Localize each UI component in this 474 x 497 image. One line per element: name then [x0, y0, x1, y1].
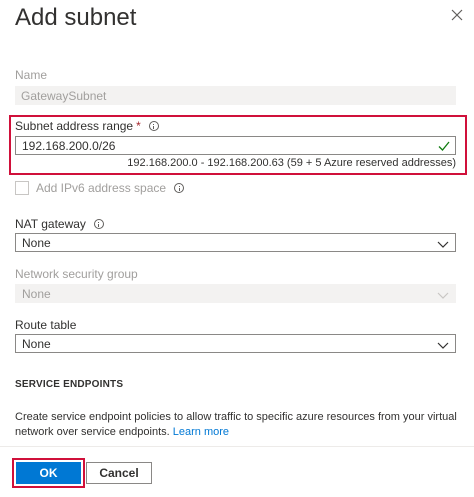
route-table-select[interactable]: None [15, 334, 456, 353]
chevron-down-icon [437, 339, 449, 349]
chevron-down-icon [437, 238, 449, 248]
check-icon [438, 140, 450, 152]
name-field: GatewaySubnet [15, 86, 456, 105]
footer-divider [0, 446, 474, 447]
panel-title: Add subnet [15, 4, 137, 31]
required-mark: * [136, 119, 141, 133]
nat-gateway-select[interactable]: None [15, 233, 456, 252]
service-endpoints-header: SERVICE ENDPOINTS [15, 379, 124, 390]
learn-more-link[interactable]: Learn more [173, 426, 229, 438]
service-endpoints-description: Create service endpoint policies to allo… [15, 411, 457, 438]
cancel-button[interactable]: Cancel [86, 462, 152, 484]
info-icon[interactable] [93, 219, 104, 229]
name-label: Name [15, 68, 48, 82]
nat-gateway-label: NAT gateway [15, 217, 104, 231]
info-icon[interactable] [148, 121, 159, 131]
subnet-range-label: Subnet address range * [15, 119, 159, 133]
ipv6-checkbox[interactable] [15, 181, 29, 195]
route-table-label: Route table [15, 318, 77, 332]
subnet-range-hint: 192.168.200.0 - 192.168.200.63 (59 + 5 A… [127, 157, 456, 169]
ok-button[interactable]: OK [16, 462, 81, 484]
subnet-range-input[interactable]: 192.168.200.0/26 [15, 136, 456, 155]
nsg-select: None [15, 284, 456, 303]
ipv6-label: Add IPv6 address space [36, 181, 167, 195]
nsg-label: Network security group [15, 267, 138, 281]
ipv6-checkbox-row[interactable]: Add IPv6 address space [15, 181, 185, 195]
close-icon[interactable] [451, 9, 463, 21]
chevron-down-icon [437, 289, 449, 299]
info-icon[interactable] [174, 183, 185, 193]
